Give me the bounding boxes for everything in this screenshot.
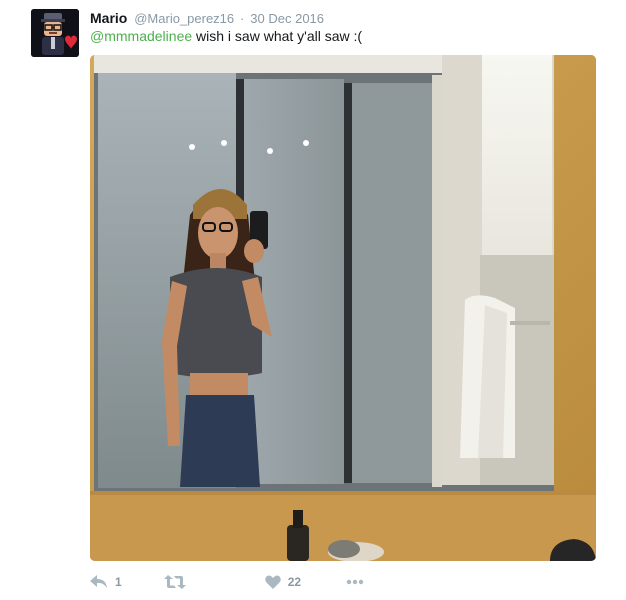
like-count: 22 — [287, 575, 302, 589]
tweet-date[interactable]: 30 Dec 2016 — [250, 11, 324, 26]
reply-button[interactable]: 1 — [90, 575, 122, 589]
tweet: Mario @Mario_perez16 · 30 Dec 2016 @mmma… — [0, 0, 626, 600]
tweet-text: @mmmadelinee wish i saw what y'all saw :… — [90, 27, 362, 45]
more-button[interactable] — [346, 579, 364, 585]
tweet-actions: 1 22 — [90, 572, 364, 592]
reply-icon — [90, 575, 107, 588]
photo-image — [90, 55, 596, 561]
tweet-body: wish i saw what y'all saw :( — [192, 28, 363, 44]
tweet-photo[interactable] — [90, 55, 596, 561]
mention-link[interactable]: @mmmadelinee — [90, 28, 192, 44]
separator-dot: · — [240, 11, 245, 26]
tweet-header: Mario @Mario_perez16 · 30 Dec 2016 — [90, 9, 324, 28]
retweet-button[interactable] — [163, 575, 193, 589]
retweet-icon — [163, 575, 186, 589]
display-name[interactable]: Mario — [90, 10, 127, 26]
avatar-image — [31, 9, 79, 57]
more-dots-icon — [346, 579, 364, 585]
heart-icon — [264, 575, 281, 589]
avatar[interactable] — [31, 9, 79, 57]
like-button[interactable]: 22 — [264, 575, 302, 589]
screen-name[interactable]: @Mario_perez16 — [134, 11, 234, 26]
reply-count: 1 — [115, 575, 122, 589]
